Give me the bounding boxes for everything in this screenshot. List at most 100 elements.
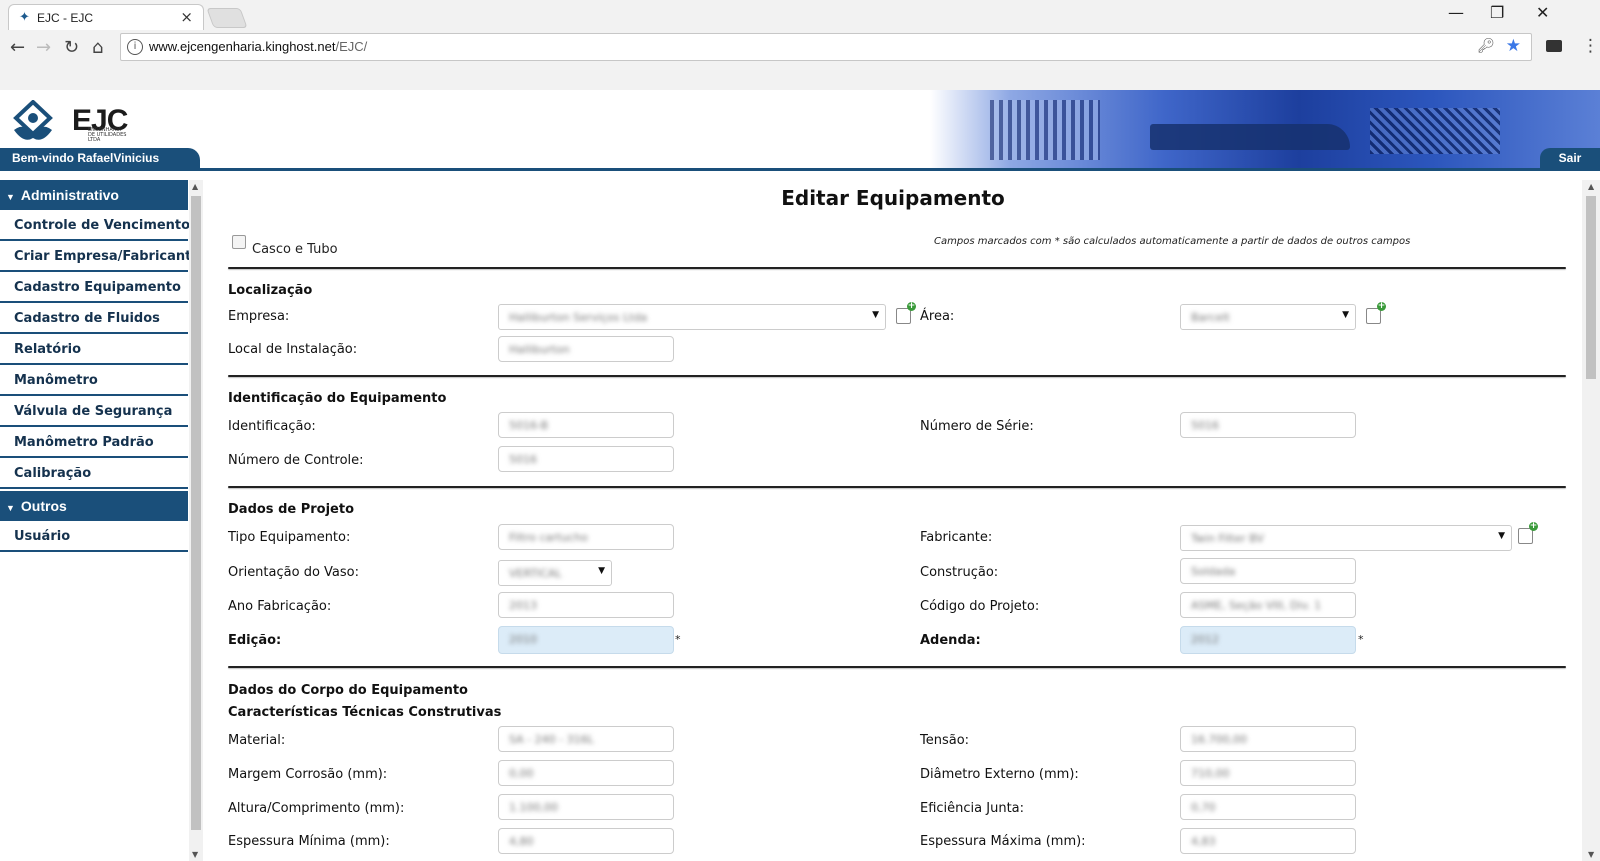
altura-comprimento-input[interactable]: 1.100,00 <box>498 794 674 820</box>
add-fabricante-icon[interactable] <box>1518 522 1538 544</box>
material-label: Material: <box>228 733 286 748</box>
url-path: /EJC/ <box>335 39 368 54</box>
sidebar-item-cadastro-fluidos[interactable]: Cadastro de Fluidos <box>0 305 188 334</box>
new-tab-button[interactable] <box>206 8 248 28</box>
identificacao-label: Identificação: <box>228 419 316 434</box>
sidebar-item-controle-vencimentos[interactable]: Controle de Vencimentos <box>0 212 198 241</box>
section-divider <box>228 486 1566 488</box>
sidebar-item-valvula-seguranca[interactable]: Válvula de Segurança <box>0 398 188 427</box>
ejc-logo-icon <box>13 100 53 140</box>
ano-fabricacao-label: Ano Fabricação: <box>228 599 332 614</box>
diametro-externo-input[interactable]: 710,00 <box>1180 760 1356 786</box>
construcao-input[interactable]: Soldada <box>1180 558 1356 584</box>
menu-group-label: Administrativo <box>20 187 119 203</box>
eficiencia-junta-input[interactable]: 0,70 <box>1180 794 1356 820</box>
scroll-down-icon[interactable]: ▼ <box>1588 850 1594 859</box>
sidebar-item-relatorio[interactable]: Relatório <box>0 336 188 365</box>
codigo-projeto-input[interactable]: ASME, Seção VIII, Div. 1 <box>1180 592 1356 618</box>
local-instalacao-input[interactable]: Halliburton <box>498 336 674 362</box>
address-bar[interactable]: i www.ejcengenharia.kinghost.net/EJC/ 🔑︎… <box>120 33 1532 61</box>
extension-icon[interactable] <box>1546 40 1562 52</box>
minimize-button[interactable]: — <box>1448 3 1464 22</box>
ano-fabricacao-input[interactable]: 2013 <box>498 592 674 618</box>
numero-controle-input[interactable]: 5016 <box>498 446 674 472</box>
espessura-maxima-input[interactable]: 4,83 <box>1180 828 1356 854</box>
edicao-label: Edição: <box>228 633 282 648</box>
tipo-equipamento-input[interactable]: Filtro cartucho <box>498 524 674 550</box>
browser-chrome: ✦ EJC - EJC × — ❐ ✕ ← → ↻ ⌂ i www.ejceng… <box>0 0 1600 91</box>
header-banner-image <box>930 90 1600 168</box>
bookmark-star-icon[interactable]: ★ <box>1506 36 1521 56</box>
add-empresa-icon[interactable] <box>896 302 916 324</box>
margem-corrosao-value: 0,00 <box>509 767 534 780</box>
scroll-up-icon[interactable]: ▲ <box>1588 182 1594 191</box>
logo-subtitle: ENGENHARIA DE UTILIDADES LTDA <box>88 127 127 143</box>
menu-group-administrativo[interactable]: ▼ Administrativo <box>0 180 188 210</box>
espessura-minima-label: Espessura Mínima (mm): <box>228 834 390 849</box>
menu-group-outros[interactable]: ▼ Outros <box>0 491 188 521</box>
sidebar-item-manometro-padrao[interactable]: Manômetro Padrão <box>0 429 188 458</box>
page-scroll-thumb[interactable] <box>1586 196 1596 379</box>
logout-button[interactable]: Sair <box>1540 148 1600 168</box>
section-divider <box>228 666 1566 668</box>
orientacao-vaso-select[interactable]: VERTICAL ▼ <box>498 560 612 586</box>
adenda-value: 2012 <box>1191 633 1219 646</box>
back-arrow-icon[interactable]: ← <box>10 37 25 58</box>
section-dados-projeto: Dados de Projeto <box>228 502 355 517</box>
tab-close-icon[interactable]: × <box>180 8 193 26</box>
construcao-label: Construção: <box>920 565 999 580</box>
tensao-value: 16.700,00 <box>1191 733 1247 746</box>
area-select[interactable]: Barcelt ▼ <box>1180 304 1356 330</box>
browser-tab[interactable]: ✦ EJC - EJC × <box>8 4 204 30</box>
scroll-up-icon[interactable]: ▲ <box>192 182 198 191</box>
site-header: EJC ENGENHARIA DE UTILIDADES LTDA Bem-vi… <box>0 90 1600 171</box>
sidebar-item-calibracao[interactable]: Calibração <box>0 460 188 489</box>
chevron-down-icon: ▼ <box>1498 531 1505 541</box>
local-instalacao-label: Local de Instalação: <box>228 342 358 357</box>
identificacao-input[interactable]: 5016-B <box>498 412 674 438</box>
sidebar-item-usuario[interactable]: Usuário <box>0 523 188 552</box>
sidebar-scroll-thumb[interactable] <box>191 196 201 830</box>
info-icon[interactable]: i <box>127 39 143 55</box>
codigo-projeto-value: ASME, Seção VIII, Div. 1 <box>1191 599 1322 612</box>
numero-serie-input[interactable]: 5016 <box>1180 412 1356 438</box>
espessura-maxima-value: 4,83 <box>1191 835 1216 848</box>
sidebar-scrollbar[interactable]: ▲ ▼ <box>189 180 203 861</box>
add-area-icon[interactable] <box>1366 302 1386 324</box>
margem-corrosao-input[interactable]: 0,00 <box>498 760 674 786</box>
forward-arrow-icon[interactable]: → <box>36 37 51 58</box>
section-localizacao: Localização <box>228 283 313 298</box>
scroll-down-icon[interactable]: ▼ <box>192 850 198 859</box>
diametro-externo-label: Diâmetro Externo (mm): <box>920 767 1079 782</box>
site-favicon-icon: ✦ <box>19 10 30 25</box>
sidebar-item-cadastro-equipamento[interactable]: Cadastro Equipamento <box>0 274 188 303</box>
altura-comprimento-label: Altura/Comprimento (mm): <box>228 801 405 816</box>
adenda-label: Adenda: <box>920 633 981 648</box>
chevron-down-icon: ▼ <box>598 566 605 576</box>
restore-button[interactable]: ❐ <box>1490 3 1504 22</box>
empresa-select[interactable]: Halliburton Serviços Ltda ▼ <box>498 304 886 330</box>
sidebar-item-criar-empresa[interactable]: Criar Empresa/Fabricante <box>0 243 200 272</box>
section-divider <box>228 375 1566 377</box>
empresa-value: Halliburton Serviços Ltda <box>509 311 648 324</box>
fabricante-select[interactable]: Twin Filter BV ▼ <box>1180 525 1512 551</box>
url-text: www.ejcengenharia.kinghost.net/EJC/ <box>149 39 367 54</box>
page-title: Editar Equipamento <box>781 186 1005 210</box>
window-close-button[interactable]: ✕ <box>1536 3 1549 22</box>
casco-tubo-checkbox[interactable] <box>232 235 246 249</box>
page-scrollbar[interactable]: ▲ ▼ <box>1582 180 1600 861</box>
chevron-down-icon: ▼ <box>6 503 15 513</box>
home-icon[interactable]: ⌂ <box>92 37 103 58</box>
eficiencia-junta-value: 0,70 <box>1191 801 1216 814</box>
reload-icon[interactable]: ↻ <box>64 37 79 58</box>
material-input[interactable]: SA - 240 - 316L <box>498 726 674 752</box>
tensao-input[interactable]: 16.700,00 <box>1180 726 1356 752</box>
empresa-label: Empresa: <box>228 309 290 324</box>
casco-tubo-label: Casco e Tubo <box>252 242 338 257</box>
orientacao-vaso-label: Orientação do Vaso: <box>228 565 359 580</box>
area-value: Barcelt <box>1191 311 1230 324</box>
espessura-minima-input[interactable]: 4,80 <box>498 828 674 854</box>
sidebar-item-manometro[interactable]: Manômetro <box>0 367 188 396</box>
browser-menu-icon[interactable]: ⋮ <box>1582 36 1599 56</box>
key-icon[interactable]: 🔑︎ <box>1477 38 1495 54</box>
